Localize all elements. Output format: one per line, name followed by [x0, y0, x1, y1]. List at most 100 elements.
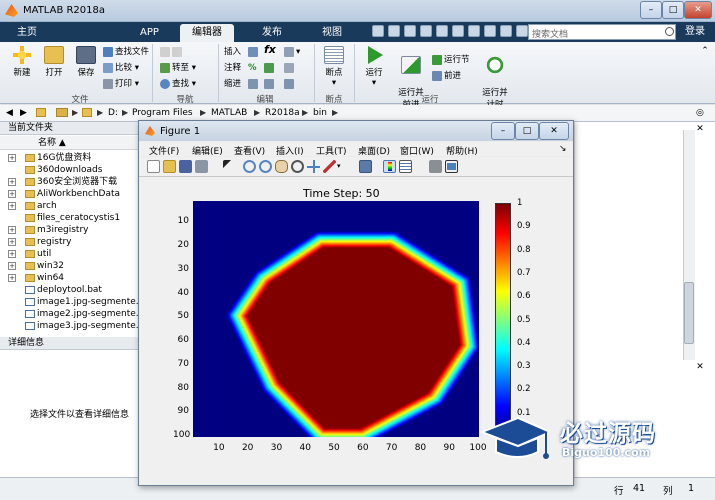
- quick-cut-icon[interactable]: [388, 25, 400, 37]
- up-folder-icon[interactable]: [36, 108, 46, 117]
- navigate-star-button[interactable]: [160, 46, 184, 58]
- expand-icon[interactable]: +: [8, 250, 16, 258]
- indent-icon[interactable]: [248, 78, 260, 90]
- new-figure-icon[interactable]: [147, 160, 160, 173]
- forward-icon[interactable]: ▶: [20, 108, 27, 118]
- indent-right-icon[interactable]: [264, 78, 276, 90]
- list-item[interactable]: + m3iregistry: [0, 224, 140, 236]
- menu-tools[interactable]: 工具(T): [316, 144, 347, 157]
- rotate-3d-icon[interactable]: [291, 160, 304, 173]
- menu-file[interactable]: 文件(F): [149, 144, 179, 157]
- list-item[interactable]: image1.jpg-segmente...: [0, 296, 140, 308]
- list-item[interactable]: deploytool.bat: [0, 284, 140, 296]
- open-file-icon[interactable]: [163, 160, 176, 173]
- comment-button[interactable]: 注释: [224, 62, 241, 74]
- expand-icon[interactable]: +: [8, 226, 16, 234]
- back-icon[interactable]: ◀: [6, 108, 13, 118]
- quick-switch-icon[interactable]: [468, 25, 480, 37]
- menu-insert[interactable]: 插入(I): [276, 144, 304, 157]
- expand-icon[interactable]: +: [8, 154, 16, 162]
- figure-close-icon[interactable]: ✕: [539, 122, 569, 140]
- open-button[interactable]: 打开: [40, 46, 68, 78]
- save-button[interactable]: 保存: [72, 46, 100, 78]
- list-item[interactable]: + arch: [0, 200, 140, 212]
- menu-dock-icon[interactable]: ↘: [559, 144, 567, 154]
- insert-more-icon[interactable]: ▾: [284, 46, 300, 58]
- quick-menu-icon[interactable]: [516, 25, 528, 37]
- colorbar-toggle-icon[interactable]: [383, 160, 396, 173]
- new-button[interactable]: 新建: [8, 46, 36, 78]
- menu-edit[interactable]: 编辑(E): [192, 144, 223, 157]
- search-icon[interactable]: [665, 27, 674, 36]
- search-input[interactable]: 搜索文档: [528, 24, 676, 40]
- tab-home[interactable]: 主页: [5, 24, 49, 42]
- breadcrumb-bin[interactable]: bin: [313, 108, 327, 118]
- panel-close-icon-2[interactable]: ✕: [695, 362, 705, 372]
- menu-help[interactable]: 帮助(H): [446, 144, 478, 157]
- run-button[interactable]: 运行 ▾: [360, 46, 388, 88]
- breadcrumb-r2018a[interactable]: R2018a: [265, 108, 300, 118]
- brush-dropdown-icon[interactable]: ▾: [337, 160, 345, 173]
- print-figure-icon[interactable]: [195, 160, 208, 173]
- list-item[interactable]: + win64: [0, 272, 140, 284]
- list-item[interactable]: + AliWorkbenchData: [0, 188, 140, 200]
- heatmap-image[interactable]: [193, 201, 479, 437]
- insert-section-icon[interactable]: [248, 46, 260, 58]
- menu-desktop[interactable]: 桌面(D): [358, 144, 390, 157]
- list-item[interactable]: 360downloads: [0, 164, 140, 176]
- pointer-icon[interactable]: [223, 160, 236, 173]
- menu-view[interactable]: 查看(V): [234, 144, 265, 157]
- list-item[interactable]: image3.jpg-segmente...: [0, 320, 140, 332]
- compare-button[interactable]: 比较 ▾: [103, 62, 139, 74]
- list-item[interactable]: + util: [0, 248, 140, 260]
- insert-button[interactable]: 插入: [224, 46, 241, 58]
- goto-button[interactable]: 转至 ▾: [160, 62, 196, 74]
- tab-editor[interactable]: 编辑器: [180, 24, 234, 42]
- run-time-button[interactable]: 运行并 计时: [478, 46, 512, 110]
- quick-redo-icon[interactable]: [452, 25, 464, 37]
- menu-window[interactable]: 窗口(W): [400, 144, 434, 157]
- expand-icon[interactable]: +: [8, 262, 16, 270]
- figure-minimize-icon[interactable]: –: [491, 122, 515, 140]
- list-item[interactable]: files_ceratocystis1: [0, 212, 140, 224]
- list-item[interactable]: +360安全浏览器下载: [0, 176, 140, 188]
- collapse-ribbon-icon[interactable]: ⌃: [700, 46, 710, 56]
- expand-icon[interactable]: +: [8, 238, 16, 246]
- figure-maximize-icon[interactable]: □: [515, 122, 539, 140]
- uncomment-icon[interactable]: [264, 62, 276, 74]
- find-files-button[interactable]: 查找文件: [103, 46, 149, 58]
- expand-icon[interactable]: +: [8, 178, 16, 186]
- run-section-button[interactable]: 运行节: [432, 54, 470, 66]
- breadcrumb-matlab[interactable]: MATLAB: [211, 108, 247, 118]
- tab-publish[interactable]: 发布: [250, 24, 294, 42]
- fx-button[interactable]: fx: [264, 44, 276, 56]
- breadcrumb-program-files[interactable]: Program Files: [132, 108, 193, 118]
- scrollbar-thumb[interactable]: [684, 282, 694, 344]
- pan-hand-icon[interactable]: [275, 160, 288, 173]
- wrap-icon[interactable]: [284, 62, 296, 74]
- minimize-icon[interactable]: –: [640, 1, 662, 19]
- advance-button[interactable]: 前进: [432, 70, 461, 82]
- brush-icon[interactable]: [323, 160, 336, 173]
- expand-icon[interactable]: +: [8, 190, 16, 198]
- list-item[interactable]: + win32: [0, 260, 140, 272]
- data-cursor-icon[interactable]: [307, 160, 320, 173]
- quick-pin-icon[interactable]: [500, 25, 512, 37]
- expand-icon[interactable]: +: [8, 202, 16, 210]
- indent-left-icon[interactable]: [284, 78, 296, 90]
- show-plot-tools-icon[interactable]: [445, 160, 458, 173]
- list-item[interactable]: +16G优盘资料: [0, 152, 140, 164]
- tab-view[interactable]: 视图: [310, 24, 354, 42]
- browse-folder-icon[interactable]: [56, 108, 68, 117]
- breadcrumb-drive[interactable]: D:: [108, 108, 118, 118]
- colorbar[interactable]: [495, 203, 511, 437]
- column-header-name[interactable]: 名称 ▲: [0, 136, 140, 150]
- maximize-icon[interactable]: □: [662, 1, 684, 19]
- expand-icon[interactable]: +: [8, 274, 16, 282]
- breakpoints-button[interactable]: 断点 ▾: [320, 46, 348, 88]
- login-button[interactable]: 登录: [680, 24, 710, 40]
- indent-button[interactable]: 缩进: [224, 78, 241, 90]
- link-plot-icon[interactable]: [359, 160, 372, 173]
- save-figure-icon[interactable]: [179, 160, 192, 173]
- quick-paste-icon[interactable]: [420, 25, 432, 37]
